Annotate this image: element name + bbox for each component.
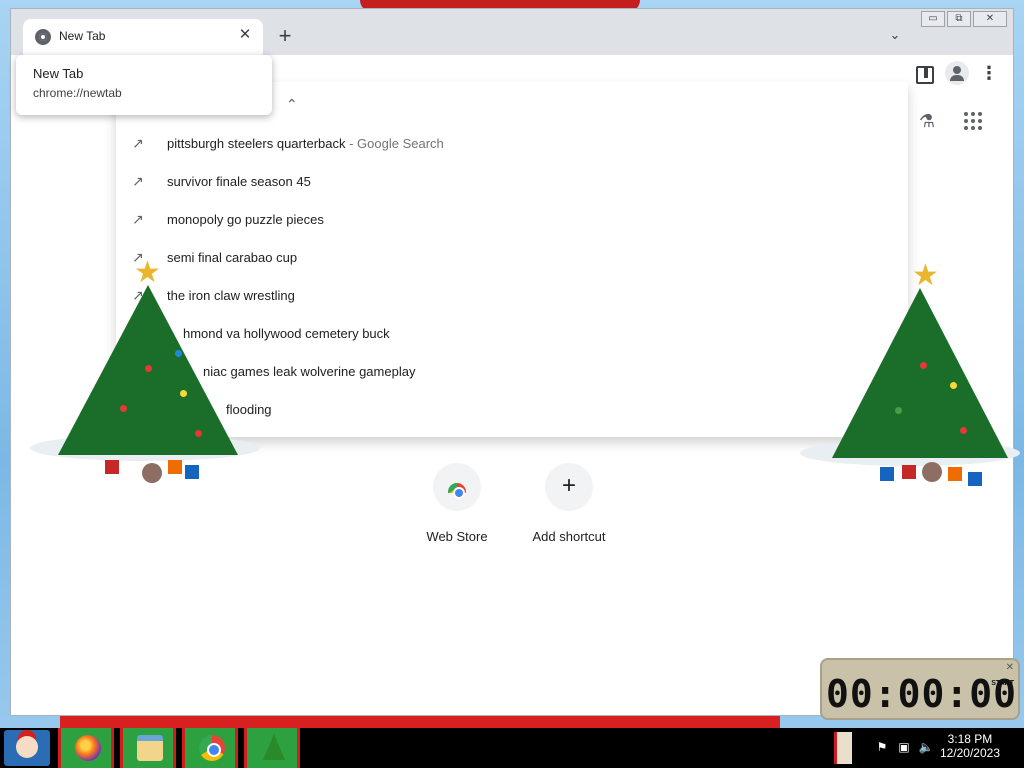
stopwatch-display: 00:00:00 — [826, 672, 1018, 716]
hover-card-title: New Tab — [33, 66, 84, 81]
shortcut-web-store[interactable]: Web Store — [402, 463, 512, 544]
ntp-header-icons: ⚗ — [915, 109, 985, 133]
plus-icon: + — [545, 463, 593, 511]
desktop-red-decoration — [60, 714, 780, 728]
network-icon[interactable]: ▣ — [896, 740, 912, 756]
taskbar-minimized-window[interactable] — [834, 732, 852, 764]
window-controls: ▭ ⧉ ✕ — [921, 11, 1007, 27]
tab-hover-card: New Tab chrome://newtab — [16, 55, 272, 115]
suggestion-text: monopoly go puzzle pieces — [167, 212, 324, 227]
suggestion-suffix: - Google Search — [345, 136, 444, 151]
profile-avatar-icon[interactable] — [945, 61, 969, 85]
taskbar-christmas-tree[interactable] — [244, 728, 300, 768]
taskbar-firefox[interactable] — [58, 728, 114, 768]
santa-start-icon[interactable] — [4, 730, 50, 766]
labs-flask-icon[interactable]: ⚗ — [915, 109, 939, 133]
webstore-icon — [433, 463, 481, 511]
taskbar-chrome[interactable] — [182, 728, 238, 768]
suggestion-text: survivor finale season 45 — [167, 174, 311, 189]
file-explorer-icon — [137, 735, 163, 761]
chrome-icon — [199, 735, 225, 761]
stopwatch-start-button[interactable]: START — [991, 680, 1014, 687]
google-apps-icon[interactable] — [961, 109, 985, 133]
volume-icon[interactable]: 🔈 — [918, 740, 934, 756]
new-tab-plus-icon[interactable]: + — [273, 25, 297, 49]
network-error-icon[interactable]: ⚑ — [874, 740, 890, 756]
tab-search-chevron-icon[interactable]: ⌄ — [885, 27, 905, 47]
minimize-button[interactable]: ▭ — [921, 11, 945, 27]
trending-icon: ↗ — [132, 173, 144, 189]
side-panel-icon[interactable] — [911, 61, 935, 85]
taskbar-time: 3:18 PM — [947, 732, 993, 746]
shortcut-label: Add shortcut — [532, 529, 606, 544]
tab-new-tab[interactable]: New Tab ✕ — [23, 19, 263, 55]
suggestion-item[interactable]: ↗ pittsburgh steelers quarterback - Goog… — [116, 125, 908, 163]
tab-close-icon[interactable]: ✕ — [235, 25, 255, 45]
taskbar: ⚑ ▣ 🔈 3:18 PM 12/20/2023 — [0, 728, 1024, 768]
shortcut-add[interactable]: + Add shortcut — [514, 463, 624, 544]
tab-title: New Tab — [59, 29, 106, 43]
trending-icon: ↗ — [132, 211, 144, 227]
chevron-up-icon[interactable]: ⌃ — [286, 96, 298, 113]
taskbar-clock[interactable]: 3:18 PM 12/20/2023 — [940, 732, 1000, 760]
taskbar-file-explorer[interactable] — [120, 728, 176, 768]
shortcut-label: Web Store — [426, 529, 488, 544]
restore-button[interactable]: ⧉ — [947, 11, 971, 27]
chrome-menu-icon[interactable]: ⋮ — [977, 61, 1001, 85]
stopwatch-widget: ✕ 00:00:00 START — [820, 658, 1020, 720]
hover-card-url: chrome://newtab — [33, 86, 122, 100]
suggestion-item[interactable]: ↗ monopoly go puzzle pieces — [116, 201, 908, 239]
trending-icon: ↗ — [132, 135, 144, 151]
close-window-button[interactable]: ✕ — [973, 11, 1007, 27]
tab-strip: New Tab ✕ + ⌄ ▭ ⧉ ✕ — [11, 9, 1013, 55]
chrome-favicon-icon — [35, 29, 51, 45]
suggestion-text: pittsburgh steelers quarterback — [167, 136, 346, 151]
christmas-tree-left-decoration: ★ — [30, 255, 260, 495]
taskbar-date: 12/20/2023 — [939, 746, 1000, 760]
suggestion-item[interactable]: ↗ survivor finale season 45 — [116, 163, 908, 201]
firefox-icon — [75, 735, 101, 761]
christmas-tree-right-decoration: ★ — [800, 259, 1024, 497]
christmas-tree-icon — [263, 734, 285, 760]
